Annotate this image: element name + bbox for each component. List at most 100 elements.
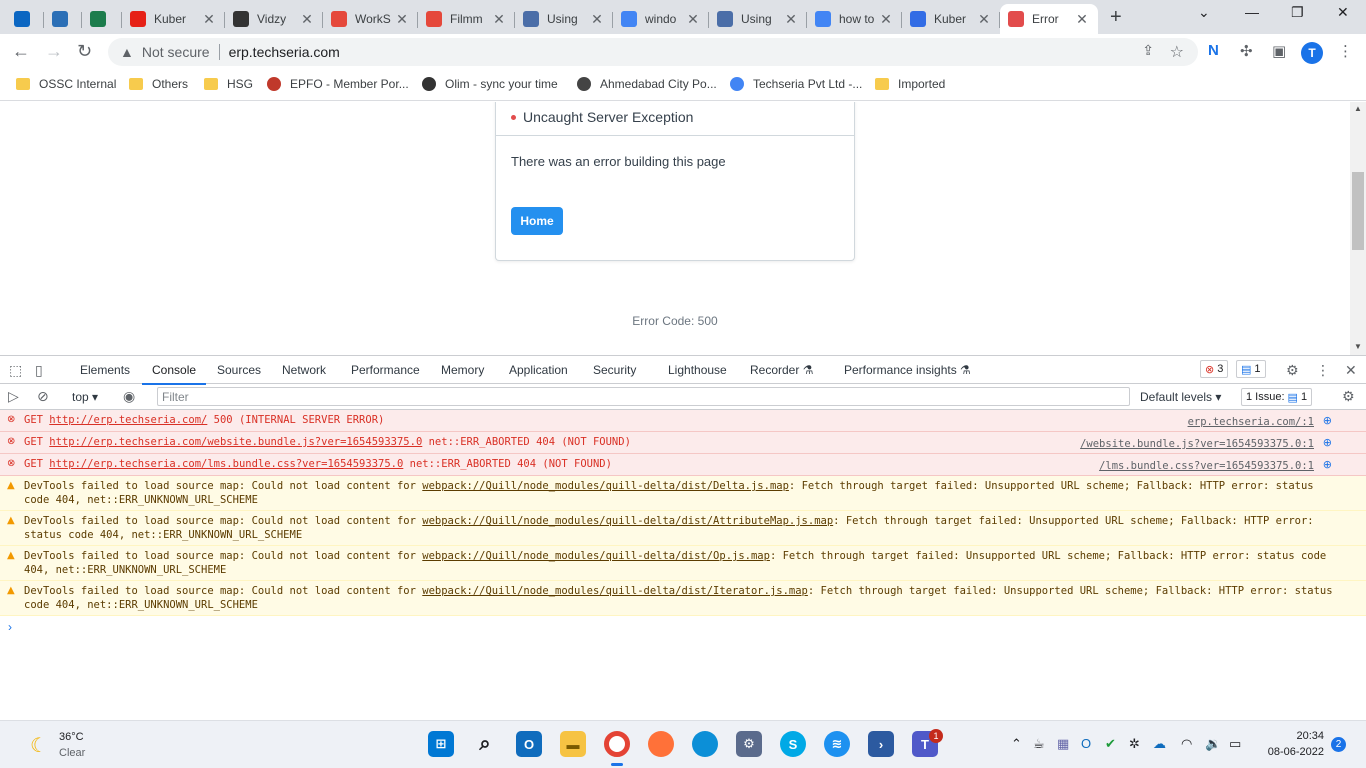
bookmark-item[interactable]: OSSC Internal	[16, 77, 116, 91]
scroll-up-icon[interactable]: ▲	[1354, 104, 1362, 113]
firefox-icon[interactable]	[648, 731, 674, 757]
devtools-menu-icon[interactable]: ⋮	[1316, 362, 1330, 379]
devtools-tab[interactable]: Application	[509, 363, 568, 377]
scroll-thumb[interactable]	[1352, 172, 1364, 250]
console-error-row[interactable]: ⊗ GET http://erp.techseria.com/website.bu…	[0, 432, 1366, 454]
tray-overflow-icon[interactable]: ⌃	[1011, 736, 1022, 752]
menu-kebab-icon[interactable]: ⋮	[1338, 42, 1353, 60]
tab-close-icon[interactable]: ✕	[878, 11, 894, 28]
message-link[interactable]: http://erp.techseria.com/	[49, 414, 207, 426]
tab-close-icon[interactable]: ✕	[589, 11, 605, 28]
console-prompt-icon[interactable]: ›	[8, 620, 12, 634]
console-filter-input[interactable]: Filter	[157, 387, 1130, 406]
share-icon[interactable]: ⇪	[1142, 42, 1154, 59]
browser-tab[interactable]: Kuber ✕	[122, 4, 225, 34]
scroll-down-icon[interactable]: ▼	[1354, 342, 1362, 351]
reload-icon[interactable]: ↻	[77, 41, 92, 62]
inspect-element-icon[interactable]: ⬚	[9, 362, 22, 379]
security-label[interactable]: Not secure	[142, 44, 210, 60]
browser-tab[interactable]: Filmm ✕	[418, 4, 515, 34]
message-link[interactable]: webpack://Quill/node_modules/quill-delta…	[422, 550, 770, 562]
new-tab-button[interactable]: +	[1110, 6, 1122, 29]
network-app-icon[interactable]: ⚙	[736, 731, 762, 757]
network-request-icon[interactable]: ⊕	[1323, 414, 1332, 428]
outlook-icon[interactable]: O	[516, 731, 542, 757]
browser-tab[interactable]: Using ✕	[515, 4, 613, 34]
docker-icon[interactable]: ≋	[824, 731, 850, 757]
browser-tab[interactable]	[6, 4, 44, 34]
console-error-row[interactable]: ⊗ GET http://erp.techseria.com/lms.bundle…	[0, 454, 1366, 476]
skype-icon[interactable]: S	[780, 731, 806, 757]
weather-temp[interactable]: 36°C	[59, 731, 84, 743]
devtools-tab[interactable]: Performance insights ⚗	[844, 363, 971, 377]
tab-close-icon[interactable]: ✕	[299, 11, 315, 28]
message-link[interactable]: http://erp.techseria.com/lms.bundle.css?…	[49, 458, 403, 470]
bookmark-item[interactable]: Techseria Pvt Ltd -...	[730, 77, 862, 91]
devtools-tab[interactable]: Security	[593, 363, 636, 377]
settings-gear-icon[interactable]: ⚙	[1286, 362, 1299, 379]
console-warning-row[interactable]: ▲ DevTools failed to load source map: Cou…	[0, 511, 1366, 546]
weather-desc[interactable]: Clear	[59, 747, 85, 759]
browser-tab[interactable]	[82, 4, 122, 34]
devtools-tab[interactable]: Network	[282, 363, 326, 377]
browser-tab[interactable]: how to ✕	[807, 4, 902, 34]
profile-avatar[interactable]: T	[1301, 42, 1323, 64]
bookmark-item[interactable]: Imported	[875, 77, 945, 91]
message-source-link[interactable]: /lms.bundle.css?ver=1654593375.0:1	[1099, 459, 1314, 473]
browser-tab[interactable]: Using ✕	[709, 4, 807, 34]
bookmark-item[interactable]: Ahmedabad City Po...	[577, 77, 717, 91]
message-count-badge[interactable]: ▤ 1	[1236, 360, 1266, 378]
tab-close-icon[interactable]: ✕	[1074, 11, 1090, 28]
tray-app-icon[interactable]: ☕	[1033, 736, 1045, 752]
back-icon[interactable]: ←	[12, 41, 30, 62]
tab-close-icon[interactable]: ✕	[491, 11, 507, 28]
clock-date[interactable]: 08-06-2022	[1260, 746, 1324, 758]
devtools-tab[interactable]: Elements	[80, 363, 130, 377]
forward-icon[interactable]: →	[45, 41, 63, 62]
chrome-icon[interactable]	[604, 731, 630, 757]
bookmark-item[interactable]: EPFO - Member Por...	[267, 77, 409, 91]
console-warning-row[interactable]: ▲ DevTools failed to load source map: Cou…	[0, 476, 1366, 511]
message-link[interactable]: webpack://Quill/node_modules/quill-delta…	[422, 515, 833, 527]
tab-close-icon[interactable]: ✕	[394, 11, 410, 28]
browser-tab[interactable]: WorkS ✕	[323, 4, 418, 34]
bookmark-item[interactable]: Olim - sync your time	[422, 77, 558, 91]
extension-n-icon[interactable]: N	[1208, 42, 1219, 59]
tab-close-icon[interactable]: ✕	[783, 11, 799, 28]
wifi-icon[interactable]: ◠	[1181, 736, 1192, 752]
log-levels-dropdown[interactable]: Default levels ▾	[1140, 390, 1221, 404]
weather-moon-icon[interactable]: ☾	[30, 733, 48, 758]
browser-tab[interactable]	[44, 4, 82, 34]
message-source-link[interactable]: /website.bundle.js?ver=1654593375.0:1	[1080, 437, 1314, 451]
file-explorer-icon[interactable]: ▬	[560, 731, 586, 757]
message-source-link[interactable]: erp.techseria.com/:1	[1188, 415, 1314, 429]
devtools-tab[interactable]: Sources	[217, 363, 261, 377]
tab-close-icon[interactable]: ✕	[976, 11, 992, 28]
devtools-tab[interactable]: Recorder ⚗	[750, 363, 813, 377]
context-selector[interactable]: top ▾	[72, 390, 98, 404]
console-settings-icon[interactable]: ⚙	[1342, 388, 1355, 405]
tray-gear-icon[interactable]: ✲	[1129, 736, 1140, 752]
console-warning-row[interactable]: ▲ DevTools failed to load source map: Cou…	[0, 581, 1366, 616]
device-toolbar-icon[interactable]: ▯	[35, 362, 43, 379]
sidebar-toggle-icon[interactable]: ▷	[8, 388, 19, 405]
home-button[interactable]: Home	[511, 207, 563, 235]
console-error-row[interactable]: ⊗ GET http://erp.techseria.com/ 500 (INTE…	[0, 410, 1366, 432]
warning-icon[interactable]: ▲	[120, 44, 134, 60]
browser-tab[interactable]: Vidzy ✕	[225, 4, 323, 34]
clock-time[interactable]: 20:34	[1262, 730, 1324, 742]
devtools-tab[interactable]: Memory	[441, 363, 484, 377]
battery-icon[interactable]: ▭	[1229, 736, 1241, 752]
error-count-badge[interactable]: ⊗ 3	[1200, 360, 1229, 378]
tray-teams-icon[interactable]: ▦	[1057, 736, 1069, 752]
restore-icon[interactable]: ❐	[1291, 4, 1304, 21]
tab-close-icon[interactable]: ✕	[685, 11, 701, 28]
live-expression-eye-icon[interactable]: ◉	[123, 388, 135, 405]
tray-outlook-icon[interactable]: O	[1081, 736, 1091, 751]
volume-icon[interactable]: 🔉	[1205, 736, 1221, 752]
address-bar[interactable]: ▲ Not secure erp.techseria.com ⇪ ☆	[108, 38, 1198, 66]
close-window-icon[interactable]: ✕	[1337, 4, 1349, 21]
tab-close-icon[interactable]: ✕	[201, 11, 217, 28]
side-panel-icon[interactable]: ▣	[1272, 42, 1286, 60]
extensions-puzzle-icon[interactable]: ✣	[1240, 42, 1253, 60]
